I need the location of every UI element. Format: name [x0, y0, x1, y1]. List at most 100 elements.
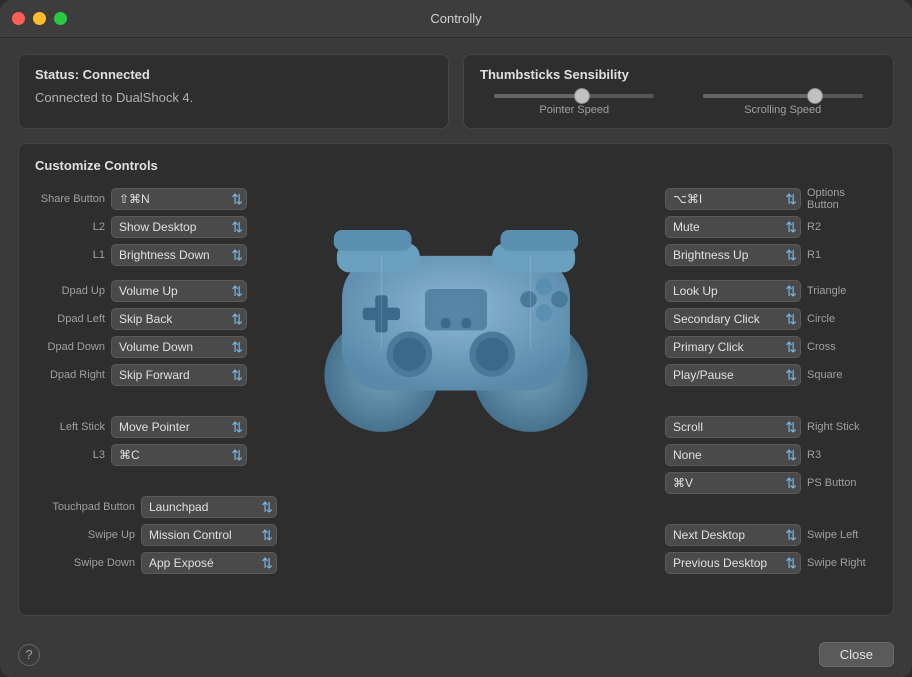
pointer-speed-thumb[interactable]: [574, 88, 590, 104]
ps-button-label: PS Button: [807, 477, 877, 489]
left-stick-select[interactable]: Move Pointer: [111, 416, 247, 438]
swipe-down-row: Swipe Down App Exposé ⇅: [35, 551, 345, 575]
l1-select[interactable]: Brightness Down: [111, 244, 247, 266]
status-title: Status: Connected: [35, 67, 432, 82]
dpad-down-select[interactable]: Volume Down: [111, 336, 247, 358]
window: Controlly Status: Connected Connected to…: [0, 0, 912, 677]
l2-select[interactable]: Show Desktop: [111, 216, 247, 238]
swipe-left-row: Swipe Left Next Desktop ⇅: [657, 523, 877, 547]
circle-row: Circle Secondary Click ⇅: [657, 307, 877, 331]
help-button[interactable]: ?: [18, 644, 40, 666]
dpad-up-row: Dpad Up Volume Up ⇅: [35, 279, 345, 303]
scrolling-speed-group: Scrolling Speed: [689, 94, 878, 116]
r2-label: R2: [807, 221, 877, 233]
cross-select-wrapper: Primary Click ⇅: [665, 336, 801, 358]
pointer-speed-fill: [494, 94, 582, 98]
dpad-down-select-wrapper: Volume Down ⇅: [111, 336, 247, 358]
swipe-right-label: Swipe Right: [807, 557, 877, 569]
dpad-up-label: Dpad Up: [35, 285, 105, 297]
pointer-speed-group: Pointer Speed: [480, 94, 669, 116]
r2-select[interactable]: Mute: [665, 216, 801, 238]
options-button-select[interactable]: ⌥⌘I: [665, 188, 801, 210]
l3-select[interactable]: ⌘C: [111, 444, 247, 466]
dpad-up-select-wrapper: Volume Up ⇅: [111, 280, 247, 302]
window-title: Controlly: [430, 11, 481, 26]
swipe-left-select[interactable]: Next Desktop: [665, 524, 801, 546]
share-button-select-wrapper: ⇧⌘N ⇅: [111, 188, 247, 210]
right-stick-row: Right Stick Scroll ⇅: [657, 415, 877, 439]
swipe-up-label: Swipe Up: [35, 529, 135, 541]
swipe-right-select-wrapper: Previous Desktop ⇅: [665, 552, 801, 574]
r2-select-wrapper: Mute ⇅: [665, 216, 801, 238]
pointer-speed-label: Pointer Speed: [539, 104, 609, 116]
l1-select-wrapper: Brightness Down ⇅: [111, 244, 247, 266]
swipe-down-select[interactable]: App Exposé: [141, 552, 277, 574]
r1-label: R1: [807, 249, 877, 261]
sliders-row: Pointer Speed Scrolling Speed: [480, 94, 877, 116]
customize-section: Customize Controls Share Button ⇧⌘N ⇅: [18, 143, 894, 616]
swipe-right-row: Swipe Right Previous Desktop ⇅: [657, 551, 877, 575]
left-stick-select-wrapper: Move Pointer ⇅: [111, 416, 247, 438]
options-button-label: Options Button: [807, 187, 877, 211]
cross-row: Cross Primary Click ⇅: [657, 335, 877, 359]
top-panels: Status: Connected Connected to DualShock…: [18, 54, 894, 129]
thumbsticks-title: Thumbsticks Sensibility: [480, 67, 877, 82]
r3-row: R3 None ⇅: [657, 443, 877, 467]
close-button[interactable]: Close: [819, 642, 894, 667]
maximize-traffic-light[interactable]: [54, 12, 67, 25]
right-stick-select[interactable]: Scroll: [665, 416, 801, 438]
l3-row: L3 ⌘C ⇅: [35, 443, 345, 467]
swipe-up-select-wrapper: Mission Control ⇅: [141, 524, 277, 546]
dpad-left-select-wrapper: Skip Back ⇅: [111, 308, 247, 330]
ps-button-row: PS Button ⌘V ⇅: [657, 471, 877, 495]
customize-title: Customize Controls: [35, 158, 877, 173]
swipe-right-select[interactable]: Previous Desktop: [665, 552, 801, 574]
touchpad-controls: Touchpad Button Launchpad ⇅ Swipe Up: [35, 495, 345, 575]
ps-button-select[interactable]: ⌘V: [665, 472, 801, 494]
triangle-select[interactable]: Look Up: [665, 280, 801, 302]
circle-select[interactable]: Secondary Click: [665, 308, 801, 330]
dpad-right-label: Dpad Right: [35, 369, 105, 381]
triangle-label: Triangle: [807, 285, 877, 297]
share-button-select[interactable]: ⇧⌘N: [111, 188, 247, 210]
status-panel: Status: Connected Connected to DualShock…: [18, 54, 449, 129]
r1-select-wrapper: Brightness Up ⇅: [665, 244, 801, 266]
square-select-wrapper: Play/Pause ⇅: [665, 364, 801, 386]
close-traffic-light[interactable]: [12, 12, 25, 25]
dpad-up-select[interactable]: Volume Up: [111, 280, 247, 302]
l1-label: L1: [35, 249, 105, 261]
swipe-up-select[interactable]: Mission Control: [141, 524, 277, 546]
status-description: Connected to DualShock 4.: [35, 90, 432, 105]
square-select[interactable]: Play/Pause: [665, 364, 801, 386]
r3-select[interactable]: None: [665, 444, 801, 466]
pointer-speed-track[interactable]: [494, 94, 654, 98]
dpad-left-label: Dpad Left: [35, 313, 105, 325]
dpad-left-select[interactable]: Skip Back: [111, 308, 247, 330]
right-stick-select-wrapper: Scroll ⇅: [665, 416, 801, 438]
swipe-down-select-wrapper: App Exposé ⇅: [141, 552, 277, 574]
l1-row: L1 Brightness Down ⇅: [35, 243, 345, 267]
dpad-right-select[interactable]: Skip Forward: [111, 364, 247, 386]
swipe-left-select-wrapper: Next Desktop ⇅: [665, 524, 801, 546]
controller-illustration: [311, 173, 601, 445]
swipe-down-label: Swipe Down: [35, 557, 135, 569]
dpad-right-row: Dpad Right Skip Forward ⇅: [35, 363, 345, 387]
right-stick-label: Right Stick: [807, 421, 877, 433]
main-content: Status: Connected Connected to DualShock…: [0, 38, 912, 632]
r3-label: R3: [807, 449, 877, 461]
r1-select[interactable]: Brightness Up: [665, 244, 801, 266]
touchpad-button-select[interactable]: Launchpad: [141, 496, 277, 518]
scrolling-speed-track[interactable]: [703, 94, 863, 98]
dpad-down-label: Dpad Down: [35, 341, 105, 353]
circle-label: Circle: [807, 313, 877, 325]
scrolling-speed-thumb[interactable]: [807, 88, 823, 104]
cross-select[interactable]: Primary Click: [665, 336, 801, 358]
l2-select-wrapper: Show Desktop ⇅: [111, 216, 247, 238]
circle-select-wrapper: Secondary Click ⇅: [665, 308, 801, 330]
minimize-traffic-light[interactable]: [33, 12, 46, 25]
thumbsticks-panel: Thumbsticks Sensibility Pointer Speed: [463, 54, 894, 129]
square-label: Square: [807, 369, 877, 381]
r3-select-wrapper: None ⇅: [665, 444, 801, 466]
scrolling-speed-fill: [703, 94, 815, 98]
triangle-row: Triangle Look Up ⇅: [657, 279, 877, 303]
